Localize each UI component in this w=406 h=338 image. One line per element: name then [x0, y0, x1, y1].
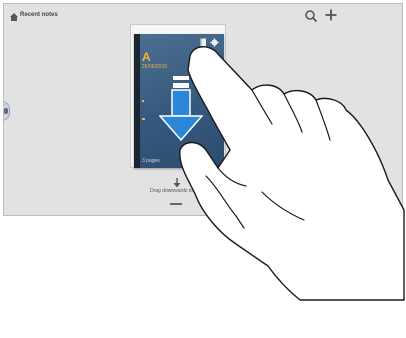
pointing-hand-illustration — [179, 46, 405, 301]
